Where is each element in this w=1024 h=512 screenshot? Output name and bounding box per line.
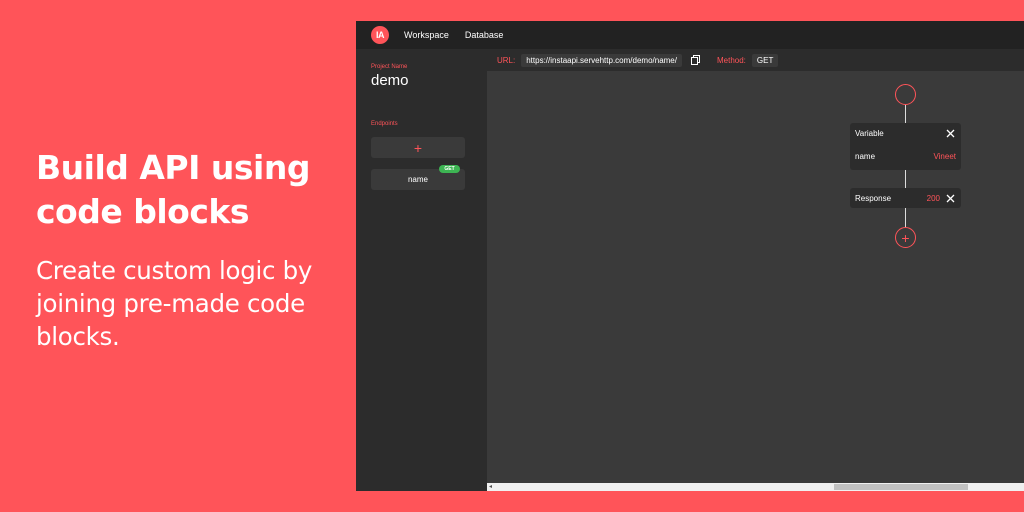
url-label: URL: — [497, 56, 515, 65]
response-block-title: Response — [855, 194, 891, 203]
add-block-button[interactable]: + — [895, 227, 916, 248]
method-value[interactable]: GET — [752, 54, 778, 67]
close-icon[interactable] — [944, 127, 956, 139]
connector-line — [905, 170, 906, 188]
top-bar: IA Workspace Database — [356, 21, 1024, 49]
sidebar: Project Name demo Endpoints + name GET — [356, 49, 487, 491]
method-label: Method: — [717, 56, 746, 65]
horizontal-scrollbar[interactable]: ◂ — [487, 483, 1024, 491]
copy-icon[interactable] — [690, 54, 702, 66]
endpoint-item-label: name — [408, 175, 428, 184]
flow-start-node[interactable] — [895, 84, 916, 105]
add-endpoint-button[interactable]: + — [371, 137, 465, 158]
nav-workspace[interactable]: Workspace — [404, 30, 449, 40]
plus-icon: + — [414, 140, 422, 156]
variable-block-title: Variable — [855, 129, 884, 138]
variable-block[interactable]: Variable name Vineet — [850, 123, 961, 170]
url-value[interactable]: https://instaapi.servehttp.com/demo/name… — [521, 54, 682, 67]
flow-canvas[interactable]: Variable name Vineet Response 200 — [487, 71, 1024, 483]
plus-icon: + — [901, 230, 909, 246]
nav-database[interactable]: Database — [465, 30, 504, 40]
response-block[interactable]: Response 200 — [850, 188, 961, 208]
response-status[interactable]: 200 — [927, 194, 940, 203]
app-logo[interactable]: IA — [371, 26, 389, 44]
variable-value[interactable]: Vineet — [933, 152, 956, 161]
close-icon[interactable] — [944, 192, 956, 204]
scroll-left-arrow-icon[interactable]: ◂ — [489, 483, 492, 490]
hero-subtitle: Create custom logic by joining pre-made … — [36, 254, 356, 353]
endpoint-method-badge: GET — [439, 165, 460, 173]
scrollbar-thumb[interactable] — [834, 484, 968, 490]
project-name: demo — [371, 72, 409, 89]
hero-title: Build API using code blocks — [36, 146, 336, 234]
url-bar: URL: https://instaapi.servehttp.com/demo… — [487, 49, 1024, 71]
app-window: IA Workspace Database Project Name demo … — [356, 21, 1024, 491]
endpoints-label: Endpoints — [371, 121, 398, 127]
project-name-label: Project Name — [371, 64, 407, 70]
connector-line — [905, 105, 906, 123]
connector-line — [905, 208, 906, 227]
variable-key: name — [855, 152, 875, 161]
